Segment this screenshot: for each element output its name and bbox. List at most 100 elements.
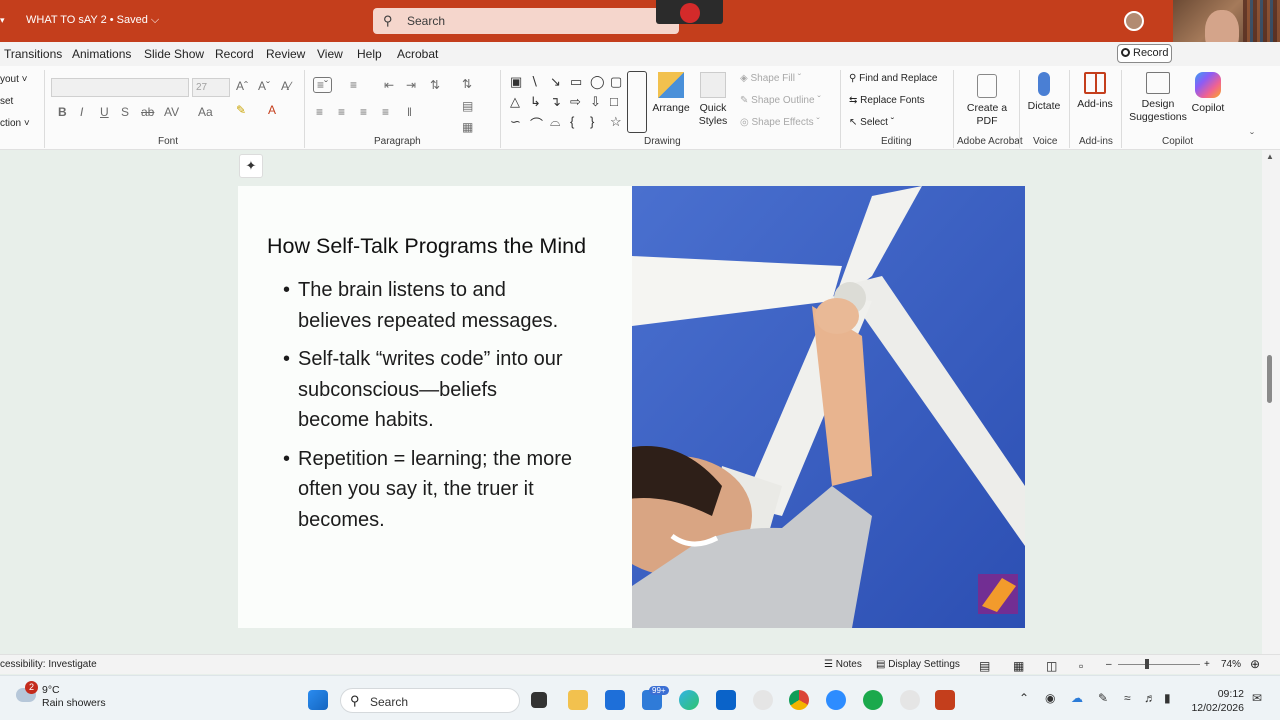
copilot-button[interactable]: Copilot bbox=[1188, 72, 1228, 115]
align-center-icon[interactable]: ≡ bbox=[338, 105, 345, 119]
slide-photo[interactable] bbox=[632, 186, 1025, 628]
shape-effects-button[interactable]: ◎ Shape Effects ˇ bbox=[740, 117, 820, 128]
tab-slide-show[interactable]: Slide Show bbox=[144, 47, 204, 61]
pen-icon[interactable]: ✎ bbox=[1098, 691, 1108, 705]
clear-formatting-icon[interactable]: A∕ bbox=[281, 79, 291, 93]
quick-styles-button[interactable]: Quick Styles bbox=[694, 72, 732, 128]
display-settings-button[interactable]: ▤ Display Settings bbox=[876, 659, 960, 670]
design-suggestions-button[interactable]: Design Suggestions bbox=[1126, 72, 1190, 124]
select-button[interactable]: ↖ Select ˇ bbox=[849, 117, 894, 128]
bullet-item[interactable]: The brain listens to and believes repeat… bbox=[283, 275, 573, 336]
font-name-combo[interactable] bbox=[51, 78, 189, 97]
taskbar-search[interactable]: ⚲ Search bbox=[340, 688, 520, 713]
justify-icon[interactable]: ≡ bbox=[382, 105, 389, 119]
arc-shape-icon[interactable]: ⌒ bbox=[530, 114, 543, 133]
bold-icon[interactable]: B bbox=[58, 105, 67, 119]
right-arrow-shape-icon[interactable]: ⇨ bbox=[570, 94, 581, 110]
edge-browser-icon[interactable] bbox=[679, 690, 699, 710]
layout-dropdown[interactable]: yout ˅ bbox=[0, 74, 28, 85]
vertical-scrollbar[interactable]: ▲ bbox=[1262, 150, 1280, 654]
text-direction-icon[interactable]: ⇅ bbox=[462, 77, 472, 91]
freeform-shape-icon[interactable]: ∽ bbox=[510, 114, 521, 130]
decrease-font-icon[interactable]: Aˇ bbox=[258, 79, 270, 93]
scroll-up-icon[interactable]: ▲ bbox=[1266, 152, 1274, 161]
textbox-shape-icon[interactable]: ▣ bbox=[510, 74, 522, 90]
addins-button[interactable]: Add-ins bbox=[1074, 72, 1116, 111]
zoom-out-icon[interactable]: – bbox=[1106, 659, 1112, 670]
quick-access-chevron-icon[interactable]: ▾ bbox=[0, 15, 5, 26]
microphone-icon[interactable] bbox=[680, 3, 700, 23]
tab-transitions[interactable]: Transitions bbox=[4, 47, 62, 61]
notifications-icon[interactable]: ✉ bbox=[1252, 691, 1262, 705]
accessibility-status[interactable]: cessibility: Investigate bbox=[0, 659, 97, 670]
bullets-icon[interactable]: ≡ˇ bbox=[313, 77, 332, 93]
columns-icon[interactable]: ‖ bbox=[407, 105, 412, 119]
rounded-rect-shape-icon[interactable]: ▢ bbox=[610, 74, 622, 90]
battery-icon[interactable]: ▮ bbox=[1164, 691, 1171, 705]
triangle-shape-icon[interactable]: △ bbox=[510, 94, 520, 110]
change-case-icon[interactable]: Aa bbox=[198, 105, 213, 119]
shapes-more-button[interactable] bbox=[627, 71, 647, 133]
arrange-button[interactable]: Arrange bbox=[652, 72, 690, 115]
star-shape-icon[interactable]: ☆ bbox=[610, 114, 622, 130]
line-shape-icon[interactable]: ∖ bbox=[530, 74, 538, 90]
shapes-gallery[interactable]: ▣ ∖ ↘ ▭ ◯ ▢ △ ↳ ↴ ⇨ ⇩ □ ∽ ⌒ ⌓ { } ☆ bbox=[508, 74, 628, 134]
find-replace-button[interactable]: ⚲ Find and Replace bbox=[849, 73, 938, 84]
highlight-icon[interactable]: ✎ bbox=[236, 103, 246, 117]
start-windows-icon[interactable] bbox=[308, 690, 328, 710]
zoom-in-icon[interactable]: + bbox=[1204, 659, 1210, 670]
volume-icon[interactable]: ♬ bbox=[1144, 691, 1156, 705]
powerpoint-icon[interactable] bbox=[935, 690, 955, 710]
shape-outline-button[interactable]: ✎ Shape Outline ˇ bbox=[740, 95, 821, 106]
decrease-indent-icon[interactable]: ⇤ bbox=[384, 78, 394, 92]
align-right-icon[interactable]: ≡ bbox=[360, 105, 367, 119]
rectangle-shape-icon[interactable]: ▭ bbox=[570, 74, 582, 90]
zoom-slider-thumb[interactable] bbox=[1145, 659, 1149, 669]
reset-button[interactable]: set bbox=[0, 96, 13, 107]
tab-record[interactable]: Record bbox=[215, 47, 254, 61]
document-title[interactable]: WHAT TO sAY 2 • Saved ⌵ bbox=[26, 14, 159, 27]
zoom-app-icon[interactable] bbox=[826, 690, 846, 710]
notes-button[interactable]: ☰ Notes bbox=[824, 659, 862, 670]
bullet-list[interactable]: The brain listens to and believes repeat… bbox=[283, 275, 573, 543]
shadow-icon[interactable]: S bbox=[121, 105, 129, 119]
increase-indent-icon[interactable]: ⇥ bbox=[406, 78, 416, 92]
curve-shape-icon[interactable]: ⌓ bbox=[550, 114, 560, 130]
zoom-level[interactable]: 74% bbox=[1221, 659, 1241, 670]
flowchart-shape-icon[interactable]: □ bbox=[610, 94, 618, 109]
tab-help[interactable]: Help bbox=[357, 47, 382, 61]
numbering-icon[interactable]: ≡ bbox=[350, 78, 357, 92]
tab-animations[interactable]: Animations bbox=[72, 47, 131, 61]
clock[interactable]: 09:12 12/02/2026 bbox=[1186, 687, 1244, 715]
search-box[interactable]: ⚲ Search bbox=[373, 8, 679, 34]
app-icon[interactable] bbox=[900, 690, 920, 710]
elbow-connector-icon[interactable]: ↴ bbox=[550, 94, 561, 110]
zoom-slider[interactable] bbox=[1118, 664, 1200, 665]
tray-app-icon[interactable]: ◉ bbox=[1045, 691, 1055, 705]
normal-view-icon[interactable]: ▤ bbox=[979, 659, 990, 673]
create-pdf-button[interactable]: Create a PDF bbox=[962, 74, 1012, 128]
slideshow-view-icon[interactable]: ▫ bbox=[1079, 659, 1083, 673]
chrome-icon[interactable] bbox=[789, 690, 809, 710]
outlook-icon[interactable] bbox=[605, 690, 625, 710]
strikethrough-icon[interactable]: ab bbox=[141, 105, 154, 119]
collapse-ribbon-icon[interactable]: ˇ bbox=[1250, 130, 1254, 144]
file-explorer-icon[interactable] bbox=[568, 690, 588, 710]
line-spacing-icon[interactable]: ⇅ bbox=[430, 78, 440, 92]
down-arrow-shape-icon[interactable]: ⇩ bbox=[590, 94, 601, 110]
evernote-icon[interactable] bbox=[863, 690, 883, 710]
replace-fonts-button[interactable]: ⇆ Replace Fonts bbox=[849, 95, 925, 106]
left-brace-shape-icon[interactable]: { bbox=[570, 114, 574, 129]
increase-font-icon[interactable]: Aˆ bbox=[236, 79, 248, 93]
tab-acrobat[interactable]: Acrobat bbox=[397, 47, 438, 61]
character-spacing-icon[interactable]: AV bbox=[164, 105, 179, 119]
app-icon[interactable] bbox=[753, 690, 773, 710]
task-view-icon[interactable] bbox=[531, 692, 547, 708]
fit-to-window-icon[interactable]: ⊕ bbox=[1250, 657, 1260, 671]
arrow-line-shape-icon[interactable]: ↘ bbox=[550, 74, 561, 90]
font-size-combo[interactable]: 27 bbox=[192, 78, 230, 97]
font-color-icon[interactable]: A bbox=[268, 103, 276, 117]
show-hidden-icons-icon[interactable]: ⌃ bbox=[1019, 691, 1029, 705]
align-left-icon[interactable]: ≡ bbox=[316, 105, 323, 119]
wifi-icon[interactable]: ≈ bbox=[1124, 691, 1131, 705]
